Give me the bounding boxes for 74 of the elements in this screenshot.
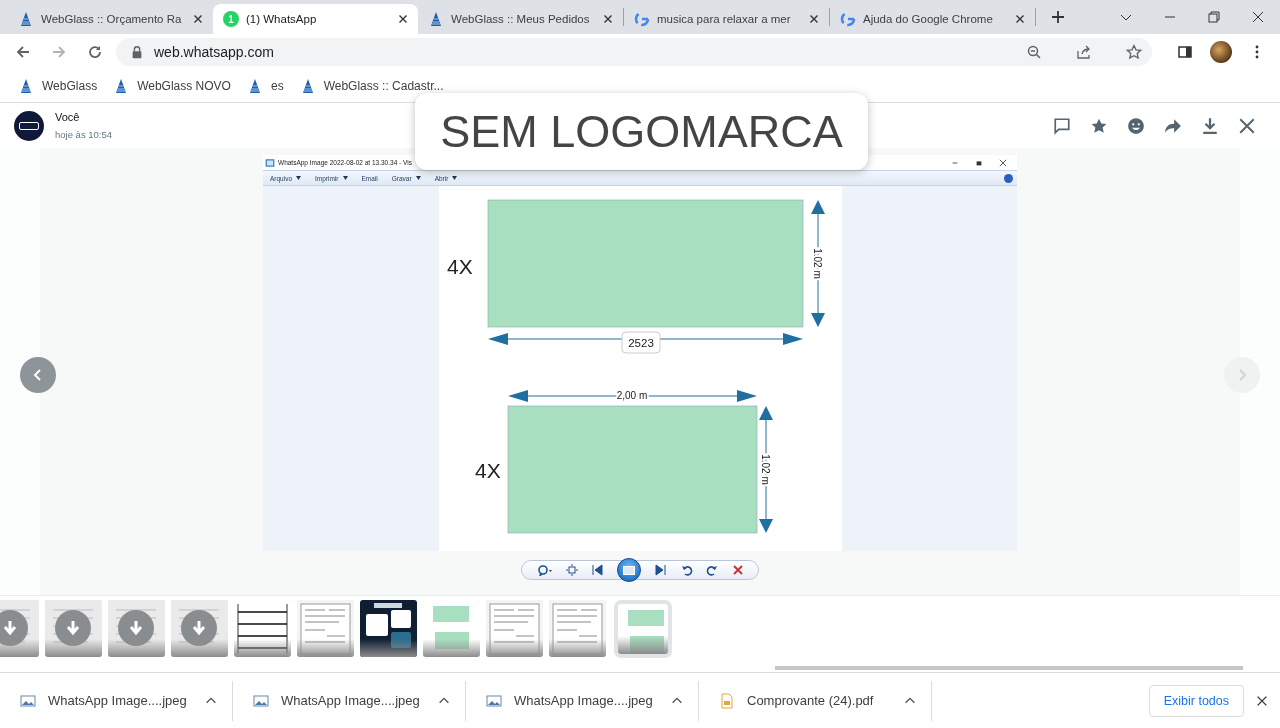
notification-badge: 1 (223, 11, 239, 27)
media-thumbnail[interactable] (171, 600, 228, 657)
profile-avatar[interactable] (1210, 41, 1232, 63)
image-file-icon (253, 692, 269, 709)
photo-viewer-icon (265, 157, 275, 168)
pdf-file-icon (719, 692, 735, 709)
watermark-notice: SEM LOGOMARCA (415, 93, 868, 170)
previous-icon[interactable] (591, 564, 604, 576)
webglass-logo-icon (428, 11, 444, 27)
show-all-button[interactable]: Exibir todos (1148, 684, 1244, 717)
contact-avatar (14, 110, 44, 141)
scrollbar[interactable] (775, 666, 1243, 670)
next-icon[interactable] (654, 564, 667, 576)
back-icon[interactable] (15, 44, 31, 60)
media-thumbnail[interactable] (486, 600, 543, 657)
fit-icon[interactable] (565, 564, 578, 576)
dimension-label: 2,00 m (616, 390, 647, 401)
new-tab-icon[interactable] (1050, 9, 1066, 25)
bookmark-link[interactable]: WebGlass (42, 79, 98, 93)
browser-tab[interactable]: WebGlass :: Meus Pedidos (418, 4, 623, 34)
slideshow-button[interactable] (617, 558, 642, 582)
webglass-logo-icon (18, 78, 34, 94)
media-thumbnail[interactable] (297, 600, 354, 657)
caret-down-icon (296, 176, 302, 180)
quantity-label: 4X (446, 255, 473, 278)
previous-button[interactable] (20, 357, 56, 393)
browser-tab[interactable]: musica para relaxar a mer (624, 4, 829, 34)
quantity-label: 4X (474, 459, 501, 482)
message-time: hoje às 10:54 (55, 129, 114, 140)
rotate-left-icon[interactable] (680, 564, 693, 576)
download-icon[interactable] (1201, 116, 1219, 135)
bookmark-link[interactable]: WebGlass :: Cadastr... (323, 79, 444, 93)
bookmark-link[interactable]: es (270, 79, 284, 93)
browser-tab[interactable]: WebGlass :: Orçamento Ra (8, 4, 213, 34)
dimension-label: 1.02 m (811, 248, 823, 279)
star-icon[interactable] (1126, 44, 1142, 60)
help-icon[interactable] (1004, 173, 1013, 183)
caret-down-icon (452, 176, 458, 180)
image-file-icon (486, 692, 502, 709)
download-item[interactable]: WhatsApp Image....jpeg (0, 680, 233, 721)
share-icon[interactable] (1076, 44, 1092, 60)
emoji-icon[interactable] (1127, 116, 1145, 135)
browser-tab[interactable]: 1 (1) WhatsApp (213, 4, 418, 34)
zoom-out-icon[interactable] (1026, 44, 1042, 60)
caret-down-icon (415, 176, 421, 180)
webglass-logo-icon (18, 11, 34, 27)
close-icon[interactable] (1238, 116, 1256, 135)
zoom-icon[interactable] (535, 564, 552, 576)
close-icon[interactable] (999, 158, 1007, 167)
media-thumbnail[interactable] (108, 600, 165, 657)
dimension-label: 1.02 m (759, 454, 771, 485)
bookmark-link[interactable]: WebGlass NOVO (137, 79, 231, 93)
download-item[interactable]: WhatsApp Image....jpeg (466, 680, 699, 721)
close-icon[interactable] (1250, 9, 1266, 25)
media-thumbnail[interactable] (549, 600, 606, 657)
lock-icon[interactable] (130, 45, 144, 59)
media-thumbnail[interactable] (45, 600, 102, 657)
media-thumbnail[interactable] (234, 600, 291, 657)
dimension-label: 2523 (627, 337, 654, 349)
download-item[interactable]: Comprovante (24).pdf (699, 680, 932, 721)
address-bar[interactable]: web.whatsapp.com (116, 38, 1152, 66)
screen-icon (623, 565, 636, 575)
comment-icon[interactable] (1053, 116, 1071, 135)
download-item[interactable]: WhatsApp Image....jpeg (233, 680, 466, 721)
side-panel-icon[interactable] (1177, 44, 1193, 60)
media-thumbnail[interactable] (360, 600, 417, 657)
delete-icon[interactable] (732, 564, 745, 576)
reload-icon[interactable] (87, 44, 103, 60)
image-file-icon (20, 692, 36, 709)
browser-tab[interactable]: Ajuda do Google Chrome (830, 4, 1035, 34)
rotate-right-icon[interactable] (706, 564, 719, 576)
restore-icon[interactable] (975, 158, 983, 167)
sender-name: Você (55, 111, 81, 123)
caret-down-icon (342, 176, 348, 180)
